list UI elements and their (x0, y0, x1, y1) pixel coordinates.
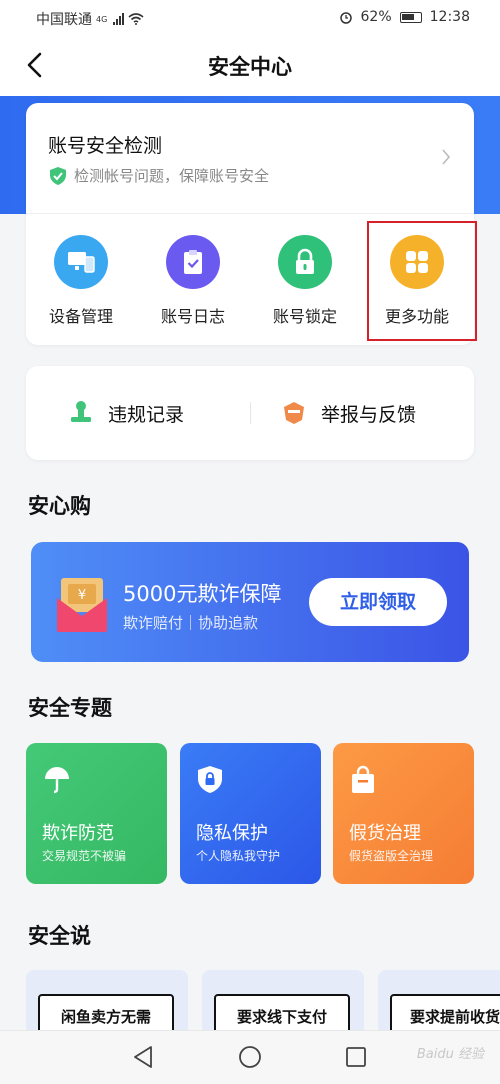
topic-title: 假货治理 (349, 823, 421, 844)
counterfeit-governance-card[interactable]: 假货治理 假货盗版全治理 (333, 743, 474, 884)
account-log-label: 账号日志 (160, 307, 225, 326)
chevron-right-icon (442, 149, 451, 165)
security-card: 账号安全检测 检测帐号问题，保障账号安全 设备管理 账号日志 账号锁定 更多功能 (26, 103, 477, 345)
topic-subtitle: 交易规范不被骗 (42, 849, 127, 863)
money-envelope-icon: ¥ (57, 578, 107, 632)
clock: 12:38 (429, 9, 470, 25)
network-type: 4G (96, 14, 108, 24)
device-management-label: 设备管理 (48, 307, 113, 326)
svg-text:¥: ¥ (78, 588, 86, 603)
status-bar: 中国联通 4G 62% 12:38 (0, 0, 500, 36)
topic-subtitle: 个人隐私我守护 (196, 849, 281, 863)
report-feedback-button[interactable]: 举报与反馈 (281, 366, 416, 460)
nav-back-icon[interactable] (132, 1045, 154, 1069)
device-icon (54, 235, 108, 289)
highlight-box (367, 221, 477, 341)
page-title: 安全中心 (208, 55, 292, 79)
article-title: 要求提前收货 (409, 1008, 500, 1026)
carrier-name: 中国联通 (36, 12, 92, 28)
shield-check-icon (50, 166, 66, 185)
records-card: 违规记录 举报与反馈 (26, 366, 474, 460)
watermark: Baidu 经验 (416, 1047, 484, 1062)
promo-title: 5000元欺诈保障 (123, 582, 282, 606)
carrier-info: 中国联通 4G (36, 9, 144, 29)
shield-alert-icon (284, 402, 304, 424)
divider (26, 213, 474, 214)
security-check-desc: 检测帐号问题，保障账号安全 (74, 167, 270, 185)
system-info: 62% 12:38 (339, 9, 470, 25)
signal-icon (113, 13, 125, 25)
section-title-topics: 安全专题 (28, 696, 112, 720)
report-feedback-label: 举报与反馈 (321, 403, 417, 426)
nav-home-icon[interactable] (238, 1045, 262, 1069)
battery-percent: 62% (360, 9, 392, 25)
violation-records-button[interactable]: 违规记录 (68, 366, 184, 460)
security-check-subtitle: 检测帐号问题，保障账号安全 (48, 165, 269, 186)
divider (250, 402, 251, 424)
security-check-title: 账号安全检测 (48, 135, 163, 157)
alarm-icon (339, 12, 352, 24)
article-title: 要求线下支付 (236, 1008, 327, 1026)
section-title-anxin: 安心购 (28, 494, 91, 518)
fraud-prevention-card[interactable]: 欺诈防范 交易规范不被骗 (26, 743, 167, 884)
account-lock-label: 账号锁定 (272, 307, 337, 326)
account-lock-button[interactable]: 账号锁定 (250, 235, 360, 327)
shopping-bag-icon (352, 765, 374, 793)
fraud-protection-banner[interactable]: ¥ 5000元欺诈保障 欺诈赔付｜协助追款 立即领取 (31, 542, 469, 662)
topic-title: 欺诈防范 (42, 823, 114, 844)
section-title-say: 安全说 (28, 924, 91, 948)
promo-subtitle: 欺诈赔付｜协助追款 (123, 614, 259, 632)
topic-title: 隐私保护 (196, 823, 268, 844)
nav-recents-icon[interactable] (345, 1046, 367, 1068)
claim-now-button[interactable]: 立即领取 (309, 578, 447, 626)
battery-icon (399, 11, 422, 23)
lock-icon (278, 235, 332, 289)
device-management-button[interactable]: 设备管理 (26, 235, 136, 327)
nav-bar: 安全中心 (0, 36, 500, 96)
topic-subtitle: 假货盗版全治理 (349, 849, 434, 863)
shield-lock-icon (198, 766, 222, 793)
article-title: 闲鱼卖方无需 (60, 1008, 151, 1026)
account-log-button[interactable]: 账号日志 (138, 235, 248, 327)
umbrella-icon (45, 767, 69, 794)
violation-records-label: 违规记录 (108, 403, 185, 426)
stamp-icon (71, 401, 91, 422)
clipboard-icon (166, 235, 220, 289)
wifi-icon (128, 13, 144, 25)
privacy-protection-card[interactable]: 隐私保护 个人隐私我守护 (180, 743, 321, 884)
system-nav-bar: Baidu 经验 (0, 1030, 500, 1084)
